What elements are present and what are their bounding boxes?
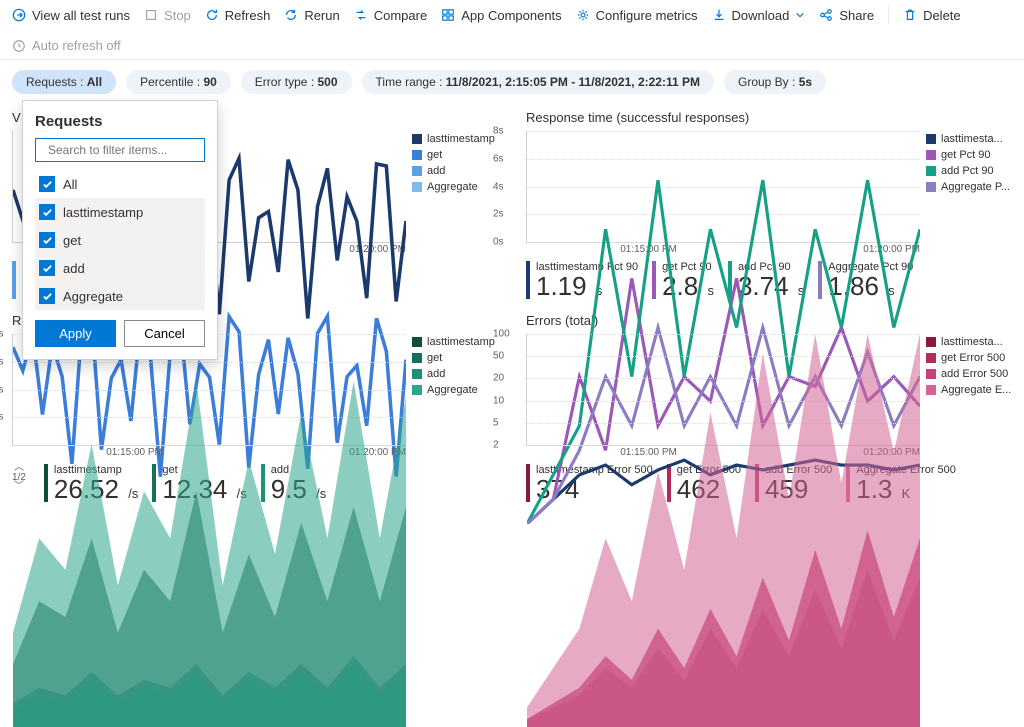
legend-item[interactable]: add <box>412 165 498 177</box>
swatch-icon <box>926 150 936 160</box>
filter-error-type[interactable]: Error type : 500 <box>241 70 352 94</box>
arrow-right-circle-icon <box>12 8 26 22</box>
swatch-icon <box>926 353 936 363</box>
chart-legend: lasttimesta... get Error 500 add Error 500… <box>926 334 1012 446</box>
legend-item[interactable]: Aggregate P... <box>926 181 1012 193</box>
view-all-runs-link[interactable]: View all test runs <box>12 8 130 23</box>
chart-errors: Errors (total) 01:15:00 PM01:20:00 PM 10… <box>526 311 1012 502</box>
filter-option-aggregate[interactable]: Aggregate <box>35 282 205 310</box>
grid-icon <box>441 8 455 22</box>
swatch-icon <box>412 182 422 192</box>
chart-plot[interactable]: 01:15:00 PM01:20:00 PM 10050201052 <box>526 334 920 446</box>
legend-item[interactable]: get <box>412 149 498 161</box>
stop-button: Stop <box>144 8 191 23</box>
search-input-wrapper[interactable] <box>35 138 205 162</box>
swatch-icon <box>412 150 422 160</box>
filter-option-lasttimestamp[interactable]: lasttimestamp <box>35 198 205 226</box>
checkbox-checked-icon <box>39 176 55 192</box>
clock-icon <box>12 39 26 53</box>
filter-time-range[interactable]: Time range : 11/8/2021, 2:15:05 PM - 11/… <box>362 70 714 94</box>
download-button[interactable]: Download <box>712 8 806 23</box>
legend-item[interactable]: get Error 500 <box>926 352 1012 364</box>
components-button[interactable]: App Components <box>441 8 561 23</box>
view-all-label: View all test runs <box>32 8 130 23</box>
compare-button[interactable]: Compare <box>354 8 427 23</box>
chart-legend: lasttimestamp get add Aggregate <box>412 131 498 243</box>
legend-item[interactable]: lasttimestamp <box>412 336 498 348</box>
configure-button[interactable]: Configure metrics <box>576 8 698 23</box>
swatch-icon <box>926 134 936 144</box>
legend-item[interactable]: add <box>412 368 498 380</box>
toolbar: View all test runs Stop Refresh Rerun Co… <box>0 0 1024 60</box>
checkbox-checked-icon <box>39 204 55 220</box>
chart-plot[interactable]: 01:15:00 PM01:20:00 PM 8s6s4s2s0s <box>526 131 920 243</box>
share-button[interactable]: Share <box>819 8 874 23</box>
cancel-button[interactable]: Cancel <box>124 320 205 347</box>
legend-item[interactable]: lasttimesta... <box>926 133 1012 145</box>
refresh-icon <box>205 8 219 22</box>
legend-item[interactable]: add Error 500 <box>926 368 1012 380</box>
divider <box>888 6 889 24</box>
chart-legend: lasttimesta... get Pct 90 add Pct 90 Aggreg… <box>926 131 1012 243</box>
swatch-icon <box>412 166 422 176</box>
checkbox-checked-icon <box>39 260 55 276</box>
requests-filter-popup: Requests AlllasttimestampgetaddAggregate… <box>22 100 218 360</box>
legend-item[interactable]: get Pct 90 <box>926 149 1012 161</box>
legend-item[interactable]: Aggregate E... <box>926 384 1012 396</box>
compare-icon <box>354 8 368 22</box>
swatch-icon <box>926 385 936 395</box>
legend-item[interactable]: lasttimestamp <box>412 133 498 145</box>
delete-button[interactable]: Delete <box>903 8 961 23</box>
swatch-icon <box>412 353 422 363</box>
checkbox-checked-icon <box>39 232 55 248</box>
auto-refresh-toggle[interactable]: Auto refresh off <box>12 38 121 53</box>
filter-option-add[interactable]: add <box>35 254 205 282</box>
filter-requests[interactable]: Requests : All <box>12 70 116 94</box>
swatch-icon <box>412 134 422 144</box>
swatch-icon <box>926 369 936 379</box>
swatch-icon <box>926 166 936 176</box>
rerun-icon <box>284 8 298 22</box>
legend-item[interactable]: lasttimesta... <box>926 336 1012 348</box>
filter-percentile[interactable]: Percentile : 90 <box>126 70 231 94</box>
apply-button[interactable]: Apply <box>35 320 116 347</box>
swatch-icon <box>926 337 936 347</box>
chevron-down-icon <box>795 8 805 22</box>
download-icon <box>712 8 726 22</box>
swatch-icon <box>412 337 422 347</box>
stop-icon <box>144 8 158 22</box>
swatch-icon <box>926 182 936 192</box>
legend-item[interactable]: add Pct 90 <box>926 165 1012 177</box>
filter-option-all[interactable]: All <box>35 170 205 198</box>
legend-item[interactable]: get <box>412 352 498 364</box>
filter-bar: Requests : All Percentile : 90 Error typ… <box>0 60 1024 104</box>
checkbox-checked-icon <box>39 288 55 304</box>
search-input[interactable] <box>48 143 203 157</box>
refresh-button[interactable]: Refresh <box>205 8 271 23</box>
swatch-icon <box>412 369 422 379</box>
trash-icon <box>903 8 917 22</box>
filter-group-by[interactable]: Group By : 5s <box>724 70 826 94</box>
gear-icon <box>576 8 590 22</box>
share-icon <box>819 8 833 22</box>
legend-item[interactable]: Aggregate <box>412 181 498 193</box>
filter-option-get[interactable]: get <box>35 226 205 254</box>
legend-item[interactable]: Aggregate <box>412 384 498 396</box>
chart-response-time: Response time (successful responses) 01:… <box>526 108 1012 299</box>
rerun-button[interactable]: Rerun <box>284 8 339 23</box>
popup-title: Requests <box>35 113 205 130</box>
swatch-icon <box>412 385 422 395</box>
chart-legend: lasttimestamp get add Aggregate <box>412 334 498 446</box>
